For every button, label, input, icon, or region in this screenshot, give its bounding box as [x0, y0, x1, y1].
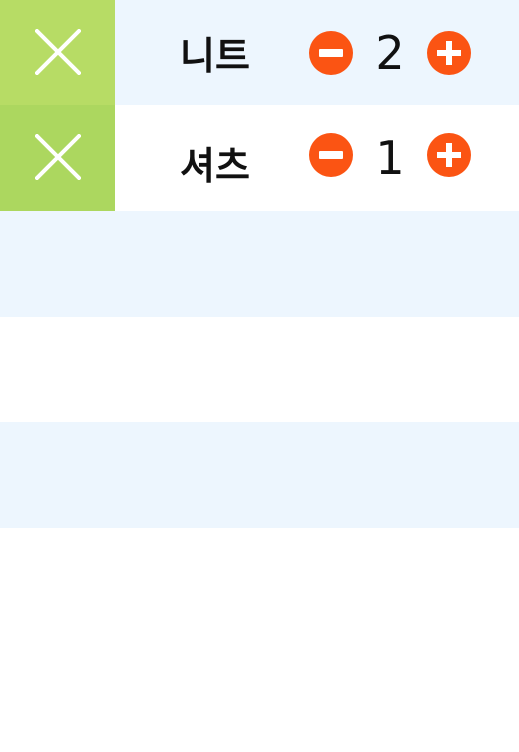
close-icon: [35, 134, 81, 180]
cart-list: 니트 2 셔츠 1: [0, 0, 519, 752]
decrease-quantity-button[interactable]: [309, 31, 353, 75]
cart-item-row: 니트 2: [0, 0, 519, 105]
empty-row: [0, 211, 519, 317]
cart-item-row: 셔츠 1: [0, 105, 519, 211]
list-background: [0, 528, 519, 752]
plus-circle-icon: [437, 143, 461, 167]
close-icon: [35, 29, 81, 75]
empty-row: [0, 317, 519, 422]
delete-item-button[interactable]: [0, 0, 115, 105]
increase-quantity-button[interactable]: [427, 31, 471, 75]
increase-quantity-button[interactable]: [427, 133, 471, 177]
minus-circle-icon: [319, 151, 343, 159]
item-name: 셔츠: [180, 143, 250, 188]
item-name: 니트: [180, 34, 250, 78]
item-quantity: 1: [375, 131, 405, 185]
item-quantity: 2: [375, 25, 405, 80]
delete-item-button[interactable]: [0, 105, 115, 211]
empty-row: [0, 422, 519, 528]
minus-circle-icon: [319, 49, 343, 57]
decrease-quantity-button[interactable]: [309, 133, 353, 177]
plus-circle-icon: [437, 41, 461, 65]
